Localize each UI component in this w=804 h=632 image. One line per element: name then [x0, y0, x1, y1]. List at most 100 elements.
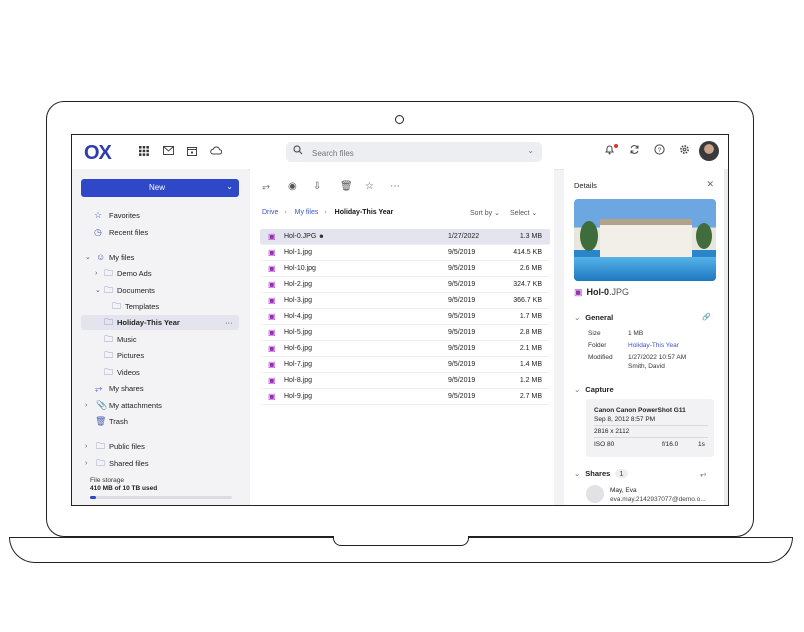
more-options-icon[interactable]: ⋯ — [390, 181, 400, 192]
storage-bar — [90, 496, 232, 499]
file-row[interactable]: ▣ Hol-8.jpg 9/5/2019 1.2 MB — [260, 373, 550, 389]
sidebar-item-favorites[interactable]: ☆ Favorites — [72, 208, 248, 223]
capture-label: Capture — [585, 385, 614, 394]
preview-house — [600, 219, 692, 257]
mail-icon[interactable] — [162, 146, 174, 158]
close-icon[interactable]: ✕ — [706, 179, 714, 190]
file-row[interactable]: ▣ Hol-2.jpg 9/5/2019 324.7 KB — [260, 277, 550, 293]
capture-info: Canon Canon PowerShot G11 Sep 8, 2012 8:… — [586, 399, 714, 457]
details-file-name: ▣ Hol-0.JPG — [574, 287, 629, 298]
chevron-right-icon[interactable]: › — [85, 456, 87, 471]
file-row[interactable]: ▣ Hol-5.jpg 9/5/2019 2.8 MB — [260, 325, 550, 341]
sidebar-item-holiday-this-year[interactable]: 🗀 Holiday-This Year ··· — [81, 315, 239, 330]
select-dropdown[interactable]: Select ⌄ — [510, 209, 537, 217]
chevron-down-icon: ⌄ — [574, 385, 581, 394]
user-avatar[interactable] — [699, 141, 719, 161]
search-input[interactable] — [310, 144, 514, 162]
refresh-icon[interactable] — [627, 144, 641, 158]
share-icon[interactable]: ⥅ — [700, 469, 706, 479]
folder-icon: 🗀 — [104, 285, 114, 295]
folder-link[interactable]: Holiday-This Year — [628, 342, 679, 349]
image-file-icon: ▣ — [268, 360, 276, 369]
breadcrumb-separator: › — [324, 209, 327, 216]
general-section-header[interactable]: ⌄ General — [574, 313, 613, 322]
help-icon[interactable]: ? — [652, 144, 666, 158]
cloud-icon[interactable] — [210, 146, 223, 158]
details-scrollbar[interactable] — [724, 169, 728, 505]
file-size: 2.7 MB — [519, 393, 542, 400]
sidebar-item-label: Trash — [109, 417, 128, 426]
sidebar-item-trash[interactable]: 🗑 Trash — [72, 414, 248, 429]
share-icon: ⥅ — [95, 383, 103, 393]
file-row[interactable]: ▣ Hol-3.jpg 9/5/2019 366.7 KB — [260, 293, 550, 309]
image-file-icon: ▣ — [268, 296, 276, 305]
settings-icon[interactable] — [677, 144, 691, 158]
sidebar-item-my-files[interactable]: ⌄ ☺ My files — [72, 250, 248, 265]
file-row[interactable]: ▣ Hol-10.jpg 9/5/2019 2.6 MB — [260, 261, 550, 277]
sidebar-item-label: My shares — [109, 384, 144, 393]
file-row[interactable]: ▣ Hol-4.jpg 9/5/2019 1.7 MB — [260, 309, 550, 325]
storage-label: File storage — [90, 477, 124, 484]
file-row[interactable]: ▣ Hol-1.jpg 9/5/2019 414.5 KB — [260, 245, 550, 261]
download-icon[interactable]: ⇩ — [313, 181, 321, 192]
share-icon[interactable]: ⥅ — [262, 181, 270, 192]
star-icon[interactable]: ☆ — [365, 181, 374, 192]
eye-icon[interactable]: ◉ — [288, 181, 297, 192]
apps-grid-icon[interactable] — [138, 146, 150, 158]
sidebar-item-videos[interactable]: 🗀 Videos — [72, 365, 248, 380]
file-row[interactable]: ▣ Hol-9.jpg 9/5/2019 2.7 MB — [260, 389, 550, 405]
sidebar-item-recent-files[interactable]: ◷ Recent files — [72, 225, 248, 240]
breadcrumb-drive[interactable]: Drive — [262, 209, 278, 216]
sidebar-item-templates[interactable]: 🗀 Templates — [72, 299, 248, 314]
sidebar-item-shared-files[interactable]: › 🗀 Shared files — [72, 456, 248, 471]
chevron-right-icon[interactable]: › — [85, 439, 87, 454]
shares-label: Shares — [585, 469, 611, 478]
sidebar-item-documents[interactable]: ⌄ 🗀 Documents — [72, 283, 248, 298]
capture-section-header[interactable]: ⌄ Capture — [574, 385, 614, 394]
link-icon[interactable]: 🔗 — [702, 313, 711, 321]
file-row[interactable]: ▣ Hol-6.jpg 9/5/2019 2.1 MB — [260, 341, 550, 357]
file-size: 1.2 MB — [519, 377, 542, 384]
sidebar-item-pictures[interactable]: 🗀 Pictures — [72, 348, 248, 363]
image-preview[interactable] — [574, 199, 716, 281]
chevron-right-icon[interactable]: › — [85, 398, 87, 413]
new-button-label: New — [148, 183, 165, 192]
file-name: Hol-0.JPG ☻ — [284, 233, 325, 240]
sidebar-item-demo-ads[interactable]: › 🗀 Demo Ads — [72, 266, 248, 281]
chevron-down-icon[interactable]: ⌄ — [95, 283, 101, 298]
chevron-right-icon[interactable]: › — [95, 266, 97, 281]
sort-by-dropdown[interactable]: Sort by ⌄ — [470, 209, 500, 217]
sidebar-item-public-files[interactable]: › 🗀 Public files — [72, 439, 248, 454]
new-button[interactable]: New ⌄ — [81, 179, 239, 197]
sidebar-item-my-attachments[interactable]: › 📎 My attachments — [72, 398, 248, 413]
breadcrumb-my-files[interactable]: My files — [295, 209, 319, 216]
search-options-chevron-icon[interactable]: ⌄ — [527, 146, 534, 155]
camera-model: Canon Canon PowerShot G11 — [594, 407, 686, 414]
more-options-icon[interactable]: ··· — [225, 315, 233, 330]
file-date: 9/5/2019 — [448, 281, 476, 288]
svg-text:?: ? — [657, 147, 661, 154]
sidebar-item-my-shares[interactable]: ⥅ My shares — [72, 381, 248, 396]
chevron-down-icon[interactable]: ⌄ — [85, 250, 91, 265]
sidebar-item-label: Templates — [125, 302, 160, 311]
file-size: 1.4 MB — [519, 361, 542, 368]
image-file-icon: ▣ — [268, 376, 276, 385]
new-dropdown-chevron-icon[interactable]: ⌄ — [226, 182, 233, 191]
calendar-icon[interactable] — [186, 146, 198, 158]
file-name: Hol-5.jpg — [284, 329, 313, 336]
file-list-panel: ⥅ ◉ ⇩ 🗑 ☆ ⋯ Drive › My files › Holiday-Thi… — [250, 169, 554, 505]
shares-section-header[interactable]: ⌄ Shares 1 — [574, 469, 628, 478]
file-row[interactable]: ▣ Hol-7.jpg 9/5/2019 1.4 MB — [260, 357, 550, 373]
folder-icon: 🗀 — [96, 458, 106, 468]
search-box[interactable]: ⌄ — [286, 142, 542, 162]
image-file-icon: ▣ — [268, 392, 276, 401]
trash-icon[interactable]: 🗑 — [340, 181, 353, 192]
sidebar-item-label: Public files — [109, 442, 145, 451]
sidebar-item-label: Videos — [117, 368, 140, 377]
sidebar-item-music[interactable]: 🗀 Music — [72, 332, 248, 347]
aperture-value: f/16.0 — [662, 441, 679, 448]
breadcrumb-separator: › — [284, 209, 287, 216]
ox-logo[interactable]: OX — [84, 142, 112, 165]
file-row[interactable]: ▣ Hol-0.JPG ☻ 1/27/2022 1.3 MB — [260, 229, 550, 245]
file-size: 2.8 MB — [519, 329, 542, 336]
